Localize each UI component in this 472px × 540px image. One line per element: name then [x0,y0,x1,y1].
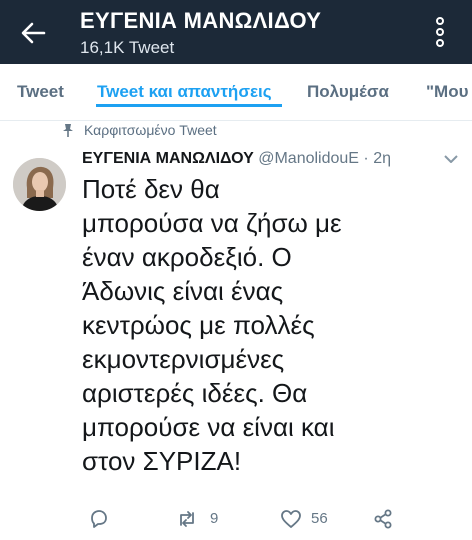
tab-likes[interactable]: "Μου α [426,82,472,102]
tweet-time[interactable]: 2η [373,150,391,167]
active-tab-indicator [96,104,282,107]
avatar-image [13,158,66,211]
retweet-icon[interactable] [176,508,198,530]
more-vertical-icon[interactable] [433,16,447,48]
author-name[interactable]: ΕΥΓΕΝΙΑ ΜΑΝΩΛΙΔΟΥ [82,150,254,167]
back-arrow-icon[interactable] [20,20,46,46]
like-count: 56 [311,510,328,527]
tab-tweets-and-replies[interactable]: Tweet και απαντήσεις [97,82,272,102]
avatar[interactable] [13,158,66,211]
tab-media[interactable]: Πολυμέσα [307,82,389,102]
retweet-count: 9 [210,510,219,527]
pinned-tweet-label: Καρφιτσωμένο Tweet [84,122,217,138]
reply-icon[interactable] [88,508,110,530]
tweet-actions: 9 56 [0,502,472,538]
separator-dot: · [363,150,369,167]
share-icon[interactable] [372,508,394,530]
tweet-author-row: ΕΥΓΕΝΙΑ ΜΑΝΩΛΙΔΟΥ @ManolidouE · 2η [82,150,391,172]
author-handle[interactable]: @ManolidouE [258,150,359,167]
profile-title: ΕΥΓΕΝΙΑ ΜΑΝΩΛΙΔΟΥ [80,8,322,33]
tweet-count: 16,1K Tweet [80,38,175,57]
profile-tabs: Tweet Tweet και απαντήσεις Πολυμέσα "Μου… [0,64,472,121]
chevron-down-icon[interactable] [444,154,458,164]
pin-icon [63,124,73,137]
tab-tweets[interactable]: Tweet [17,82,64,102]
profile-header: ΕΥΓΕΝΙΑ ΜΑΝΩΛΙΔΟΥ 16,1K Tweet [0,0,472,64]
heart-icon[interactable] [280,508,302,530]
tweet-text: Ποτέ δεν θα μπορούσα να ζήσω με έναν ακρ… [82,174,342,476]
